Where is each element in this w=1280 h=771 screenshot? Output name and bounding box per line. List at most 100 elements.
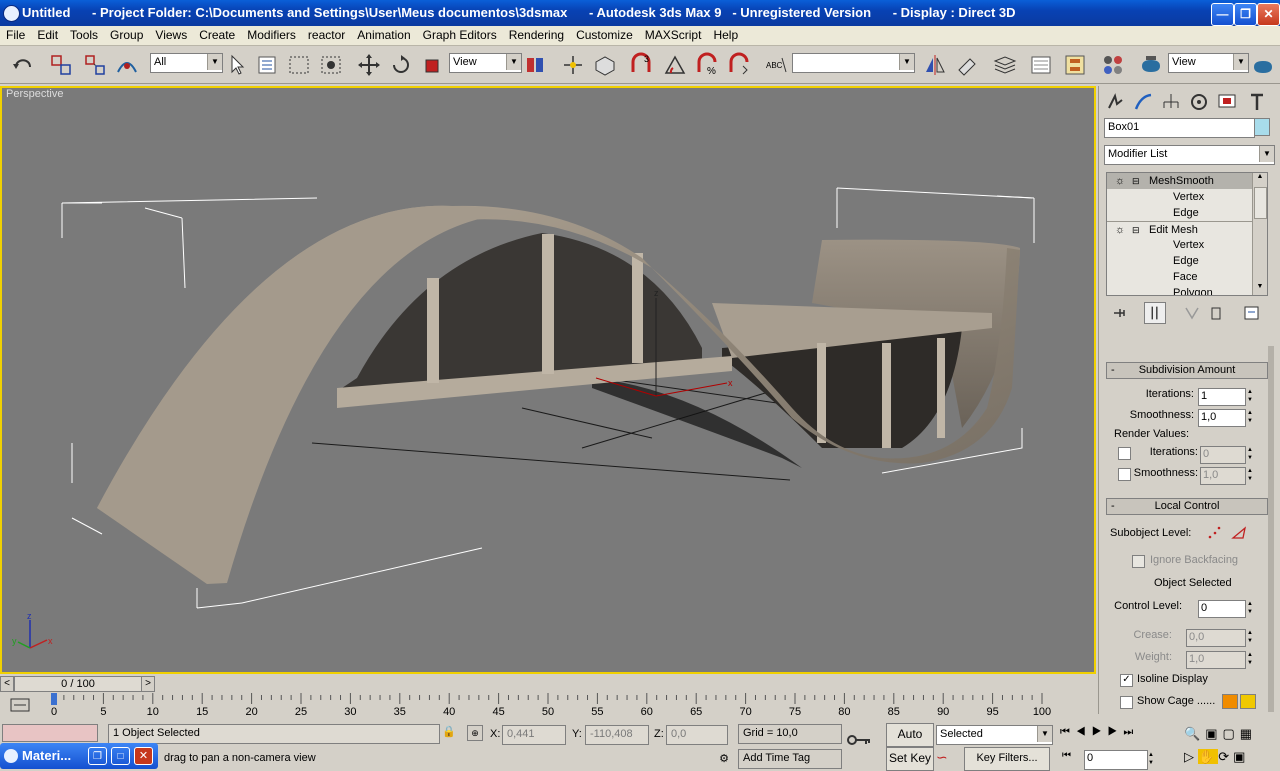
named-selection-dropdown[interactable]: ▼ <box>792 53 915 73</box>
current-frame-spinner-icon[interactable]: ▲ ▼ <box>1146 751 1156 767</box>
control-level-spinner-icon[interactable]: ▲ ▼ <box>1245 600 1255 616</box>
zoom-extents-icon[interactable]: ▢ <box>1222 726 1239 741</box>
modifier-list-dropdown[interactable]: Modifier List ▼ <box>1104 145 1275 165</box>
control-level-field[interactable]: 0 <box>1198 600 1246 618</box>
absolute-mode-icon[interactable]: ⊕ <box>467 725 483 741</box>
scroll-up-icon[interactable]: ▲ <box>1253 173 1267 185</box>
rectangular-selection-icon[interactable] <box>286 52 312 78</box>
menu-group[interactable]: Group <box>104 26 149 42</box>
zoom-all-icon[interactable]: ▣ <box>1205 726 1222 741</box>
y-coordinate-field[interactable]: -110,408 <box>585 725 649 745</box>
menu-help[interactable]: Help <box>707 26 744 42</box>
auto-key-button[interactable]: Auto Key <box>886 723 934 761</box>
weight-spinner-icon[interactable]: ▲ ▼ <box>1245 651 1255 667</box>
smoothness-spinner-icon[interactable]: ▲ ▼ <box>1245 409 1255 425</box>
close-button[interactable]: ✕ <box>134 747 153 765</box>
open-mini-curve-editor-icon[interactable] <box>8 696 32 714</box>
layer-manager-icon[interactable] <box>992 52 1018 78</box>
zoom-extents-all-icon[interactable]: ▦ <box>1240 726 1257 741</box>
spinner-snap-icon[interactable] <box>726 52 752 78</box>
render-smoothness-spinner-icon[interactable]: ▲ ▼ <box>1245 467 1255 483</box>
stack-item-edge[interactable]: Edge <box>1107 253 1253 269</box>
pivot-center-icon[interactable] <box>522 52 548 78</box>
viewport-label[interactable]: Perspective <box>6 88 63 100</box>
x-coordinate-field[interactable]: 0,441 <box>502 725 566 745</box>
local-control-rollout[interactable]: - Local Control <box>1106 498 1268 515</box>
align-icon[interactable] <box>954 52 980 78</box>
key-mode-toggle-icon[interactable]: ⏮ <box>1062 750 1080 768</box>
iterations-field[interactable]: 1 <box>1198 388 1246 406</box>
close-button[interactable]: ✕ <box>1257 3 1280 26</box>
window-crossing-icon[interactable] <box>318 52 344 78</box>
menu-maxscript[interactable]: MAXScript <box>639 26 708 42</box>
quick-render-icon[interactable] <box>1250 52 1276 78</box>
maximize-viewport-icon[interactable]: ▣ <box>1233 749 1249 764</box>
weight-field[interactable]: 1,0 <box>1186 651 1246 669</box>
crease-spinner-icon[interactable]: ▲ ▼ <box>1245 629 1255 645</box>
previous-frame-icon[interactable]: ◀ <box>1076 726 1092 738</box>
stack-item-edit-mesh[interactable]: ☼ ⊟ Edit Mesh <box>1107 221 1253 238</box>
keyboard-shortcut-override-icon[interactable] <box>592 52 618 78</box>
minimize-button[interactable]: — <box>1211 3 1234 26</box>
frame-display[interactable]: 0 / 100 <box>14 676 142 692</box>
iterations-spinner-icon[interactable]: ▲ ▼ <box>1245 388 1255 404</box>
show-end-result-icon[interactable] <box>1144 302 1166 324</box>
menu-create[interactable]: Create <box>193 26 241 42</box>
restore-button[interactable]: ❐ <box>88 747 107 765</box>
stack-item-meshsmooth[interactable]: ☼ ⊟ MeshSmooth <box>1107 173 1253 189</box>
modify-tab-icon[interactable] <box>1131 90 1155 114</box>
stack-item-edge[interactable]: Edge <box>1107 205 1253 221</box>
scroll-down-icon[interactable]: ▼ <box>1253 283 1267 295</box>
show-cage-checkbox[interactable] <box>1120 696 1133 709</box>
lightbulb-icon[interactable]: ☼ <box>1115 222 1125 238</box>
render-iterations-checkbox[interactable] <box>1118 447 1131 460</box>
key-filters-button[interactable]: Key Filters... <box>964 747 1050 771</box>
schematic-view-icon[interactable] <box>1062 52 1088 78</box>
create-tab-icon[interactable] <box>1103 90 1127 114</box>
mirror-icon[interactable] <box>922 52 948 78</box>
subdivision-amount-rollout[interactable]: - Subdivision Amount <box>1106 362 1268 379</box>
menu-edit[interactable]: Edit <box>31 26 64 42</box>
motion-tab-icon[interactable] <box>1187 90 1211 114</box>
add-time-tag-button[interactable]: Add Time Tag <box>738 749 842 769</box>
minimized-window-bar[interactable]: Materi... ❐ □ ✕ <box>0 743 158 769</box>
stack-item-polygon[interactable]: Polygon <box>1107 285 1253 295</box>
current-time-marker[interactable] <box>51 693 57 705</box>
time-slider-prev-icon[interactable]: < <box>0 676 14 692</box>
hierarchy-tab-icon[interactable] <box>1159 90 1183 114</box>
lightbulb-icon[interactable]: ☼ <box>1115 173 1125 189</box>
percent-snap-icon[interactable]: % <box>694 52 720 78</box>
maximize-button[interactable]: ❐ <box>1234 3 1257 26</box>
reference-coordinate-dropdown[interactable]: View ▼ <box>449 53 522 73</box>
snap-toggle-icon[interactable]: 3 <box>628 52 654 78</box>
select-and-manipulate-icon[interactable] <box>560 52 586 78</box>
smoothness-field[interactable]: 1,0 <box>1198 409 1246 427</box>
field-of-view-icon[interactable]: ▷ <box>1184 749 1198 764</box>
time-tag-icon[interactable]: ⚙ <box>716 752 732 768</box>
vertex-subobject-icon[interactable] <box>1206 524 1224 542</box>
select-and-link-icon[interactable] <box>48 52 74 78</box>
rotate-icon[interactable] <box>388 52 414 78</box>
zoom-icon[interactable]: 🔍 <box>1184 726 1205 741</box>
remove-modifier-icon[interactable] <box>1206 304 1226 322</box>
material-editor-icon[interactable] <box>1100 52 1126 78</box>
cage-color-swatch-2[interactable] <box>1240 694 1256 709</box>
render-smoothness-checkbox[interactable] <box>1118 468 1131 481</box>
lock-icon[interactable]: 🔒 <box>441 725 457 741</box>
next-frame-icon[interactable]: ▶ <box>1108 726 1124 738</box>
go-to-end-icon[interactable]: ⏭ <box>1123 726 1139 738</box>
menu-reactor[interactable]: reactor <box>302 26 351 42</box>
configure-modifier-sets-icon[interactable] <box>1242 304 1262 322</box>
menu-customize[interactable]: Customize <box>570 26 639 42</box>
render-iterations-spinner-icon[interactable]: ▲ ▼ <box>1245 446 1255 462</box>
default-tangent-icon[interactable]: ∽ <box>936 749 958 769</box>
undo-icon[interactable] <box>10 52 36 78</box>
menu-views[interactable]: Views <box>149 26 193 42</box>
curve-editor-icon[interactable] <box>1028 52 1054 78</box>
object-color-swatch[interactable] <box>1254 118 1270 136</box>
current-frame-field[interactable]: 0 <box>1084 750 1148 770</box>
render-iterations-field[interactable]: 0 <box>1200 446 1246 464</box>
make-unique-icon[interactable] <box>1182 304 1202 322</box>
maxscript-listener-mini[interactable] <box>2 724 98 742</box>
set-key-button[interactable]: Set Key <box>886 747 934 771</box>
